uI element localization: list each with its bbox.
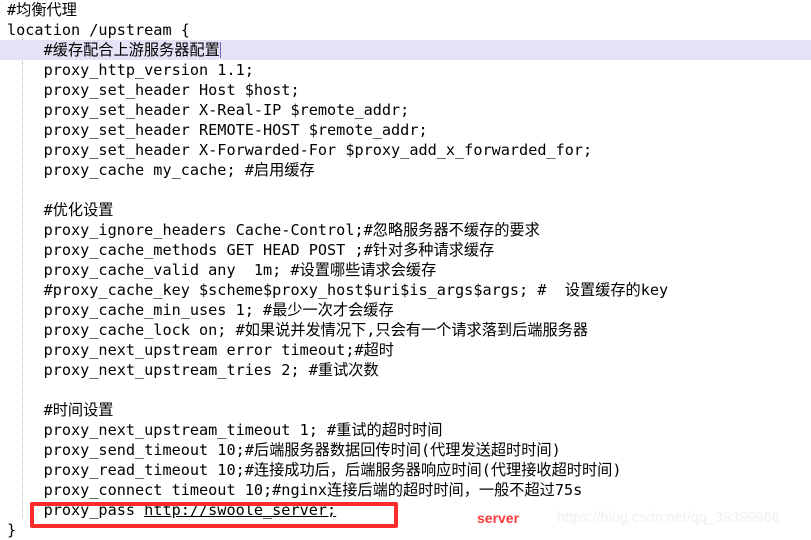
code-line[interactable]: location /upstream {: [0, 20, 811, 40]
code-line-text: }: [7, 521, 17, 539]
code-line[interactable]: proxy_cache my_cache; #启用缓存: [0, 160, 811, 180]
code-line[interactable]: proxy_read_timeout 10;#连接成功后，后端服务器响应时间(代…: [0, 460, 811, 480]
code-line-text: proxy_pass: [7, 501, 145, 519]
code-line[interactable]: proxy_next_upstream_tries 2; #重试次数: [0, 360, 811, 380]
server-annotation-label: server: [477, 510, 520, 526]
code-line[interactable]: proxy_set_header REMOTE-HOST $remote_add…: [0, 120, 811, 140]
code-line[interactable]: proxy_cache_min_uses 1; #最少一次才会缓存: [0, 300, 811, 320]
code-line-text: proxy_next_upstream_timeout 1; #重试的超时时间: [7, 421, 443, 439]
code-line-text: proxy_cache my_cache; #启用缓存: [7, 161, 315, 179]
code-line[interactable]: proxy_connect timeout 10;#nginx连接后端的超时时间…: [0, 480, 811, 500]
code-line-text: proxy_set_header Host $host;: [7, 81, 300, 99]
code-editor-view[interactable]: #均衡代理 location /upstream { #缓存配合上游服务器配置 p…: [0, 0, 811, 540]
code-line-text: proxy_cache_valid any 1m; #设置哪些请求会缓存: [7, 261, 437, 279]
code-line[interactable]: #proxy_cache_key $scheme$proxy_host$uri$…: [0, 280, 811, 300]
code-line[interactable]: proxy_next_upstream_timeout 1; #重试的超时时间: [0, 420, 811, 440]
code-line-text: location /upstream {: [7, 21, 190, 39]
code-line-text: #缓存配合上游服务器配置: [7, 41, 220, 59]
code-line-text: proxy_set_header X-Real-IP $remote_addr;: [7, 101, 410, 119]
code-line-text: #均衡代理: [7, 1, 77, 19]
code-line[interactable]: [0, 380, 811, 400]
code-line[interactable]: proxy_set_header X-Real-IP $remote_addr;: [0, 100, 811, 120]
code-line-text: proxy_ignore_headers Cache-Control;#忽略服务…: [7, 221, 540, 239]
code-line[interactable]: proxy_http_version 1.1;: [0, 60, 811, 80]
code-line[interactable]: proxy_ignore_headers Cache-Control;#忽略服务…: [0, 220, 811, 240]
code-line[interactable]: proxy_cache_methods GET HEAD POST ;#针对多种…: [0, 240, 811, 260]
code-lines-container[interactable]: #均衡代理 location /upstream { #缓存配合上游服务器配置 p…: [0, 0, 811, 540]
code-line-text: #优化设置: [7, 201, 114, 219]
code-line-text: proxy_cache_min_uses 1; #最少一次才会缓存: [7, 301, 394, 319]
code-line[interactable]: proxy_send_timeout 10;#后端服务器数据回传时间(代理发送超…: [0, 440, 811, 460]
code-line-text: proxy_cache_methods GET HEAD POST ;#针对多种…: [7, 241, 495, 259]
code-line[interactable]: proxy_set_header Host $host;: [0, 80, 811, 100]
proxy-pass-url-link[interactable]: http://swoole_server;: [144, 501, 336, 519]
code-line-text: proxy_next_upstream_tries 2; #重试次数: [7, 361, 379, 379]
code-line-text: proxy_http_version 1.1;: [7, 61, 254, 79]
code-line-text: proxy_set_header X-Forwarded-For $proxy_…: [7, 141, 593, 159]
code-line-text: proxy_connect timeout 10;#nginx连接后端的超时时间…: [7, 481, 583, 499]
csdn-watermark: https://blog.csdn.net/qq_39399966: [557, 510, 780, 526]
code-line-text: proxy_read_timeout 10;#连接成功后，后端服务器响应时间(代…: [7, 461, 622, 479]
code-line[interactable]: proxy_set_header X-Forwarded-For $proxy_…: [0, 140, 811, 160]
code-line[interactable]: proxy_cache_lock on; #如果说并发情况下,只会有一个请求落到…: [0, 320, 811, 340]
code-line-text: #时间设置: [7, 401, 114, 419]
code-line[interactable]: #时间设置: [0, 400, 811, 420]
code-line[interactable]: proxy_next_upstream error timeout;#超时: [0, 340, 811, 360]
code-line-text: proxy_send_timeout 10;#后端服务器数据回传时间(代理发送超…: [7, 441, 561, 459]
code-line[interactable]: #缓存配合上游服务器配置: [0, 40, 811, 60]
text-caret: [219, 42, 221, 58]
code-line-text: proxy_set_header REMOTE-HOST $remote_add…: [7, 121, 428, 139]
code-line[interactable]: #均衡代理: [0, 0, 811, 20]
code-line-text: proxy_next_upstream error timeout;#超时: [7, 341, 394, 359]
code-line[interactable]: [0, 180, 811, 200]
code-line[interactable]: proxy_cache_valid any 1m; #设置哪些请求会缓存: [0, 260, 811, 280]
code-line-text: #proxy_cache_key $scheme$proxy_host$uri$…: [7, 281, 669, 299]
code-line-text: proxy_cache_lock on; #如果说并发情况下,只会有一个请求落到…: [7, 321, 589, 339]
code-line[interactable]: #优化设置: [0, 200, 811, 220]
